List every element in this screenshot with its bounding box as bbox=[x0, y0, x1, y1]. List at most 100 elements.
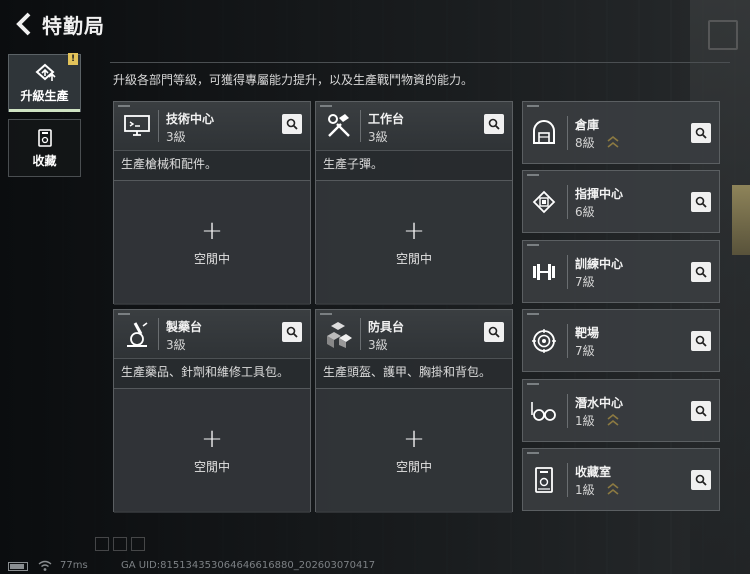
search-icon bbox=[695, 405, 707, 417]
department-row-collection-room[interactable]: 收藏室 1級 bbox=[522, 448, 720, 511]
workshop-card-pharmacy[interactable]: 製藥台 3級 生產藥品、針劑和維修工具包。 + 空閒中 bbox=[113, 309, 311, 513]
wifi-icon bbox=[38, 560, 52, 571]
card-divider bbox=[360, 318, 361, 350]
tools-icon bbox=[324, 111, 354, 141]
workshop-card-tech-center[interactable]: 技術中心 3級 生產槍械和配件。 + 空閒中 bbox=[113, 101, 311, 305]
inspect-button[interactable] bbox=[691, 123, 711, 143]
faded-toolbar bbox=[95, 537, 145, 551]
plus-icon: + bbox=[201, 215, 223, 246]
inspect-button[interactable] bbox=[484, 114, 504, 134]
page-title: 特勤局 bbox=[42, 13, 105, 38]
workshop-description: 生產槍械和配件。 bbox=[114, 150, 310, 180]
row-corner-mark bbox=[527, 244, 539, 246]
search-icon bbox=[286, 118, 298, 130]
row-corner-mark bbox=[527, 174, 539, 176]
inspect-button[interactable] bbox=[282, 114, 302, 134]
department-name: 訓練中心 bbox=[575, 257, 624, 271]
production-slot[interactable]: + 空閒中 bbox=[316, 180, 512, 305]
workshop-name: 工作台 bbox=[368, 112, 405, 126]
department-level: 8級 bbox=[575, 136, 595, 150]
department-level: 7級 bbox=[575, 275, 595, 289]
department-row-training-center[interactable]: 訓練中心 7級 bbox=[522, 240, 720, 303]
row-divider bbox=[567, 185, 568, 219]
inspect-button[interactable] bbox=[691, 470, 711, 490]
row-corner-mark bbox=[527, 105, 539, 107]
page-description: 升級各部門等級，可獲得專屬能力提升，以及生產戰鬥物資的能力。 bbox=[113, 73, 474, 87]
search-icon bbox=[695, 127, 707, 139]
production-slot[interactable]: + 空閒中 bbox=[114, 180, 310, 305]
inspect-button[interactable] bbox=[282, 322, 302, 342]
department-name: 倉庫 bbox=[575, 118, 600, 132]
ping-readout: 77ms bbox=[60, 560, 88, 571]
workshop-name: 製藥台 bbox=[166, 320, 203, 334]
plus-icon: + bbox=[403, 215, 425, 246]
production-slot[interactable]: + 空閒中 bbox=[114, 388, 310, 513]
department-row-shooting-range[interactable]: 靶場 7級 bbox=[522, 309, 720, 372]
faded-icon bbox=[95, 537, 109, 551]
card-header: 防具台 3級 bbox=[316, 310, 512, 358]
card-corner-mark bbox=[320, 105, 332, 107]
department-row-command-center[interactable]: 指揮中心 6級 bbox=[522, 170, 720, 233]
card-header: 工作台 3級 bbox=[316, 102, 512, 150]
header-divider bbox=[110, 62, 730, 63]
workshop-card-workbench[interactable]: 工作台 3級 生產子彈。 + 空閒中 bbox=[315, 101, 513, 305]
card-divider bbox=[158, 318, 159, 350]
workshop-card-armor-bench[interactable]: 防具台 3級 生產頭盔、護甲、胸掛和背包。 + 空閒中 bbox=[315, 309, 513, 513]
workshop-description: 生產子彈。 bbox=[316, 150, 512, 180]
row-corner-mark bbox=[527, 452, 539, 454]
workshop-description: 生產頭盔、護甲、胸掛和背包。 bbox=[316, 358, 512, 388]
department-level: 7級 bbox=[575, 344, 595, 358]
row-divider bbox=[567, 255, 568, 289]
faded-icon bbox=[113, 537, 127, 551]
target-icon bbox=[529, 326, 559, 356]
inspect-button[interactable] bbox=[484, 322, 504, 342]
header: 特勤局 bbox=[0, 0, 750, 48]
slot-status: 空閒中 bbox=[193, 251, 230, 266]
card-corner-mark bbox=[320, 313, 332, 315]
search-icon bbox=[286, 326, 298, 338]
workshop-level: 3級 bbox=[368, 338, 388, 352]
search-icon bbox=[695, 335, 707, 347]
diving-mask-icon bbox=[529, 396, 559, 426]
uid-readout: GA UID:815134353064646616880_20260307041… bbox=[121, 560, 376, 571]
workshop-description: 生產藥品、針劑和維修工具包。 bbox=[114, 358, 310, 388]
inspect-button[interactable] bbox=[691, 192, 711, 212]
back-button[interactable] bbox=[6, 4, 42, 44]
background-light bbox=[732, 185, 750, 255]
upgrade-available-icon bbox=[607, 482, 619, 495]
status-bar: 77ms GA UID:815134353064646616880_202603… bbox=[0, 558, 750, 574]
row-divider bbox=[567, 463, 568, 497]
inspect-button[interactable] bbox=[691, 401, 711, 421]
screen: 特勤局 ! 升級生產 收藏 升級各部門等級，可獲得專屬能力提升，以及生產戰鬥物資… bbox=[0, 0, 750, 574]
plus-icon: + bbox=[403, 423, 425, 454]
faded-icon bbox=[131, 537, 145, 551]
department-name: 潛水中心 bbox=[575, 396, 624, 410]
upgrade-available-icon bbox=[607, 135, 619, 148]
department-row-warehouse[interactable]: 倉庫 8級 bbox=[522, 101, 720, 164]
back-arrow-icon bbox=[16, 12, 31, 36]
department-level: 6級 bbox=[575, 205, 595, 219]
row-divider bbox=[567, 116, 568, 150]
department-name: 收藏室 bbox=[575, 465, 612, 479]
slot-status: 空閒中 bbox=[395, 251, 432, 266]
card-divider bbox=[158, 110, 159, 142]
production-slot[interactable]: + 空閒中 bbox=[316, 388, 512, 513]
card-header: 製藥台 3級 bbox=[114, 310, 310, 358]
chip-icon bbox=[529, 187, 559, 217]
inspect-button[interactable] bbox=[691, 262, 711, 282]
sidebar-item-label: 升級生產 bbox=[20, 88, 69, 103]
collection-icon bbox=[37, 128, 52, 147]
card-divider bbox=[360, 110, 361, 142]
card-corner-mark bbox=[118, 313, 130, 315]
department-level: 1級 bbox=[575, 414, 595, 428]
search-icon bbox=[488, 118, 500, 130]
department-row-diving-center[interactable]: 潛水中心 1級 bbox=[522, 379, 720, 442]
sidebar-item-collection[interactable]: 收藏 bbox=[8, 119, 81, 177]
row-divider bbox=[567, 324, 568, 358]
sidebar-item-upgrade[interactable]: ! 升級生產 bbox=[8, 53, 81, 112]
row-corner-mark bbox=[527, 383, 539, 385]
inspect-button[interactable] bbox=[691, 331, 711, 351]
card-header: 技術中心 3級 bbox=[114, 102, 310, 150]
battery-icon bbox=[8, 562, 28, 571]
monitor-icon bbox=[122, 111, 152, 141]
